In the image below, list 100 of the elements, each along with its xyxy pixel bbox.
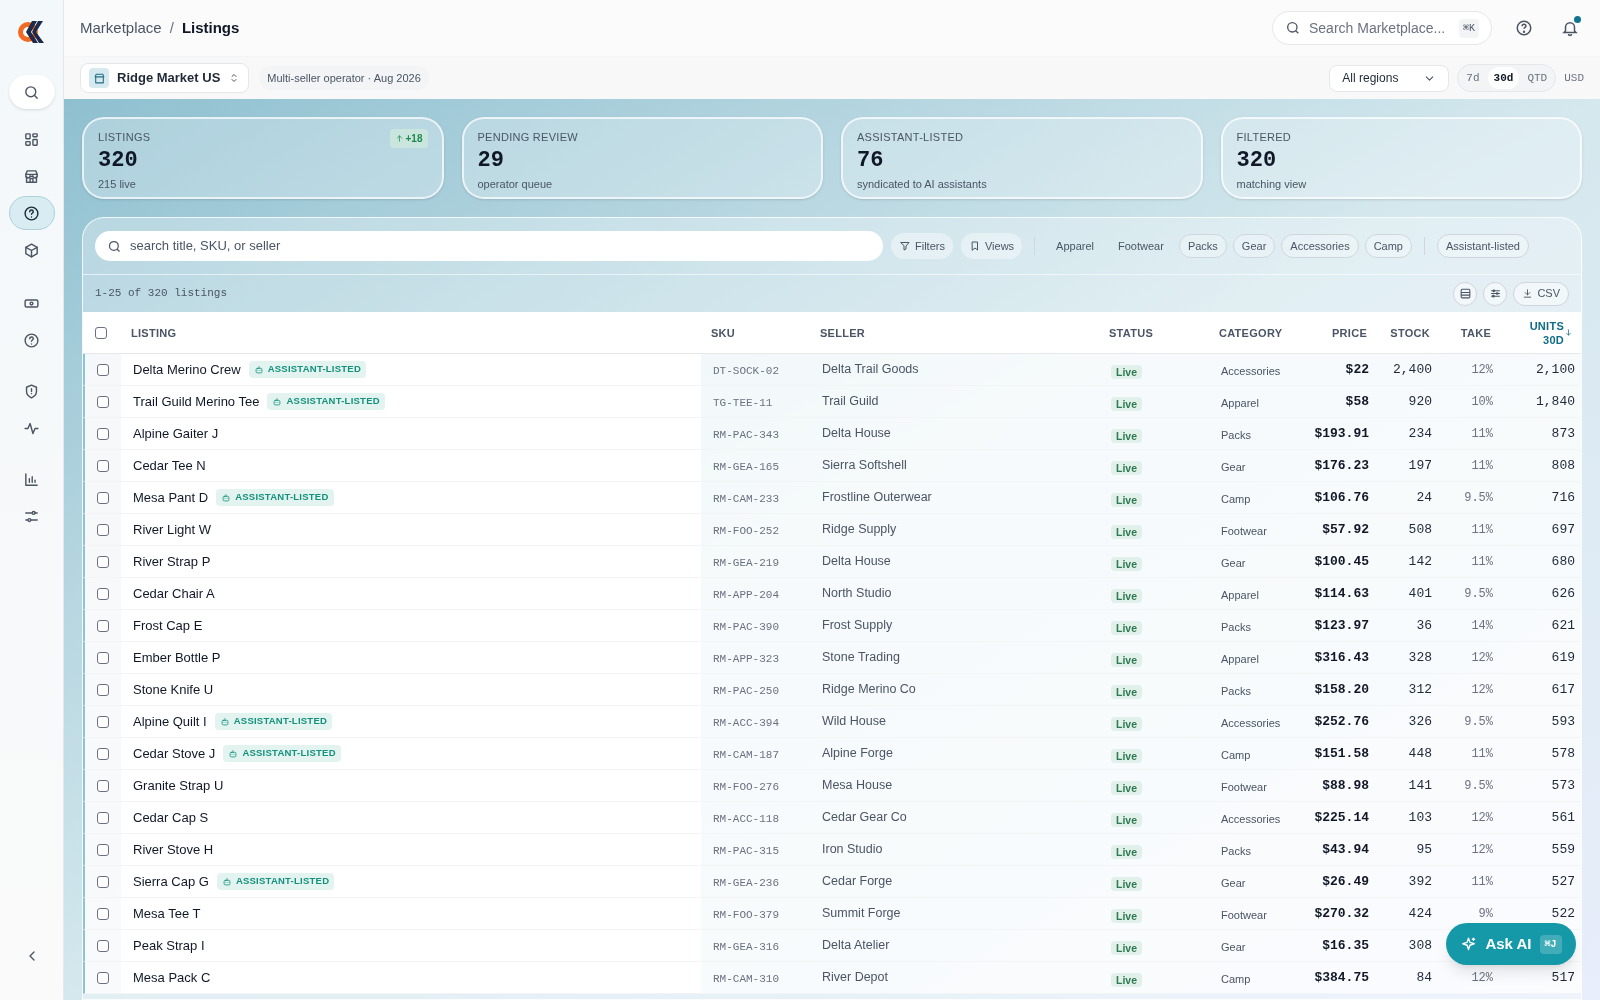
listing-title[interactable]: Ember Bottle P bbox=[133, 647, 221, 668]
sku-cell-text: RM-PAC-250 bbox=[712, 683, 780, 699]
checkbox[interactable] bbox=[97, 843, 109, 856]
listing-title[interactable]: Alpine Gaiter J bbox=[133, 423, 219, 444]
breadcrumb-link[interactable]: Marketplace bbox=[80, 16, 162, 40]
listing-title[interactable]: Cedar Stove J bbox=[133, 743, 216, 764]
checkbox[interactable] bbox=[97, 651, 109, 664]
column-header[interactable]: STATUS bbox=[1109, 325, 1154, 340]
checkbox[interactable] bbox=[97, 363, 109, 376]
listing-title[interactable]: Mesa Pack C bbox=[133, 967, 211, 988]
listing-title[interactable]: Mesa Pant D bbox=[133, 487, 209, 508]
checkbox[interactable] bbox=[97, 715, 109, 728]
seller-cell-text: Stone Trading bbox=[821, 649, 901, 667]
checkbox[interactable] bbox=[97, 459, 109, 472]
breadcrumb-separator: / bbox=[169, 17, 174, 38]
column-header[interactable]: CATEGORY bbox=[1219, 325, 1283, 340]
checkbox[interactable] bbox=[97, 683, 109, 696]
checkbox[interactable] bbox=[97, 427, 109, 440]
listing-title[interactable]: Cedar Tee N bbox=[133, 455, 206, 476]
category-cell-text: Camp bbox=[1220, 971, 1252, 987]
store-switcher[interactable]: Ridge Market US bbox=[80, 63, 250, 93]
column-header[interactable]: LISTING bbox=[131, 325, 177, 340]
checkbox[interactable] bbox=[97, 523, 109, 536]
listing-title[interactable]: River Strap P bbox=[133, 551, 211, 572]
checkbox[interactable] bbox=[97, 747, 109, 760]
category-chip[interactable]: Accessories bbox=[1281, 234, 1359, 258]
stat-caption: syndicated to AI assistants bbox=[857, 176, 988, 192]
price-cell-text: $151.58 bbox=[1313, 744, 1370, 763]
column-header[interactable]: SKU bbox=[711, 325, 736, 340]
listing-search-input[interactable]: search title, SKU, or seller bbox=[130, 236, 871, 256]
column-header[interactable]: PRICE bbox=[1332, 325, 1367, 340]
category-cell-text: Gear bbox=[1220, 555, 1247, 571]
category-chip[interactable]: Apparel bbox=[1047, 234, 1104, 258]
category-cell-text: Apparel bbox=[1220, 587, 1260, 603]
listing-title[interactable]: Stone Knife U bbox=[133, 679, 214, 700]
sku-cell-text: RM-PAC-390 bbox=[712, 619, 780, 635]
sku-cell-text: RM-FOO-276 bbox=[712, 779, 780, 795]
checkbox[interactable] bbox=[97, 555, 109, 568]
checkbox[interactable] bbox=[97, 779, 109, 792]
checkbox[interactable] bbox=[97, 395, 109, 408]
listing-title[interactable]: Alpine Quilt I bbox=[133, 711, 207, 732]
seller-cell-text: Iron Studio bbox=[821, 841, 884, 859]
period-tab[interactable]: 30d bbox=[1487, 67, 1520, 89]
listing-title[interactable]: Trail Guild Merino Tee bbox=[133, 391, 260, 412]
stat-label: FILTERED bbox=[1236, 130, 1292, 145]
seller-cell-text: Delta Atelier bbox=[821, 937, 891, 955]
category-cell-text: Packs bbox=[1220, 427, 1252, 443]
help-nav-button[interactable] bbox=[8, 196, 55, 230]
units-cell-text: 517 bbox=[1550, 968, 1576, 987]
listing-title[interactable]: Delta Merino Crew bbox=[133, 359, 241, 380]
listing-search-field[interactable]: search title, SKU, or seller bbox=[95, 231, 883, 261]
units-cell-text: 2,100 bbox=[1535, 360, 1576, 379]
bar-chart-icon bbox=[23, 470, 40, 488]
checkbox[interactable] bbox=[97, 907, 109, 920]
assistant-listed-badge: ASSISTANT-LISTED bbox=[267, 393, 385, 410]
column-header[interactable]: TAKE bbox=[1460, 325, 1491, 340]
units-cell-text: 593 bbox=[1550, 712, 1576, 731]
column-header[interactable]: SELLER bbox=[820, 325, 866, 340]
checkbox[interactable] bbox=[97, 587, 109, 600]
price-cell-text: $316.43 bbox=[1313, 648, 1370, 667]
checkbox[interactable] bbox=[97, 491, 109, 504]
checkbox[interactable] bbox=[97, 619, 109, 632]
stock-cell-text: 401 bbox=[1407, 584, 1433, 603]
listing-title[interactable]: Sierra Cap G bbox=[133, 871, 209, 892]
checkbox[interactable] bbox=[97, 971, 109, 984]
category-chip[interactable]: Footwear bbox=[1109, 234, 1173, 258]
category-chip[interactable]: Packs bbox=[1178, 234, 1227, 258]
checkbox[interactable] bbox=[97, 811, 109, 824]
category-cell-text: Apparel bbox=[1220, 395, 1260, 411]
search-input[interactable]: Search Marketplace... bbox=[1309, 17, 1449, 39]
checkbox[interactable] bbox=[97, 875, 109, 888]
region-select[interactable]: All regions bbox=[1329, 64, 1450, 92]
search-nav-button[interactable] bbox=[8, 75, 55, 109]
listing-title[interactable]: Granite Strap U bbox=[133, 775, 224, 796]
checkbox[interactable] bbox=[95, 326, 107, 339]
assistant-listed-chip[interactable]: Assistant-listed bbox=[1436, 234, 1529, 258]
category-chip[interactable]: Gear bbox=[1232, 234, 1276, 258]
listing-title[interactable]: River Light W bbox=[133, 519, 212, 540]
sparkle-icon bbox=[1460, 935, 1478, 953]
period-tab[interactable]: 7d bbox=[1460, 67, 1486, 89]
views-button[interactable]: Views bbox=[960, 233, 1023, 259]
column-header[interactable]: STOCK bbox=[1390, 325, 1430, 340]
listing-title[interactable]: Frost Cap E bbox=[133, 615, 203, 636]
columns-button[interactable] bbox=[1483, 281, 1508, 306]
export-csv-button[interactable]: CSV bbox=[1513, 281, 1569, 306]
listing-title[interactable]: Mesa Tee T bbox=[133, 903, 201, 924]
checkbox[interactable] bbox=[97, 939, 109, 952]
density-button[interactable] bbox=[1453, 281, 1478, 306]
period-tab[interactable]: QTD bbox=[1521, 67, 1554, 89]
listing-title[interactable]: Cedar Cap S bbox=[133, 807, 209, 828]
seller-cell-text: Cedar Gear Co bbox=[821, 809, 908, 827]
listing-title[interactable]: River Stove H bbox=[133, 839, 214, 860]
filters-button[interactable]: Filters bbox=[891, 233, 953, 259]
seller-cell-text: Frost Supply bbox=[821, 617, 894, 635]
listing-title[interactable]: Peak Strap I bbox=[133, 935, 205, 956]
search-field[interactable]: Search Marketplace... ⌘K bbox=[1272, 11, 1492, 45]
category-chip[interactable]: Camp bbox=[1364, 234, 1412, 258]
column-header[interactable]: UNITS 30D bbox=[1520, 318, 1564, 347]
listing-title[interactable]: Cedar Chair A bbox=[133, 583, 215, 604]
search-icon bbox=[107, 238, 122, 254]
